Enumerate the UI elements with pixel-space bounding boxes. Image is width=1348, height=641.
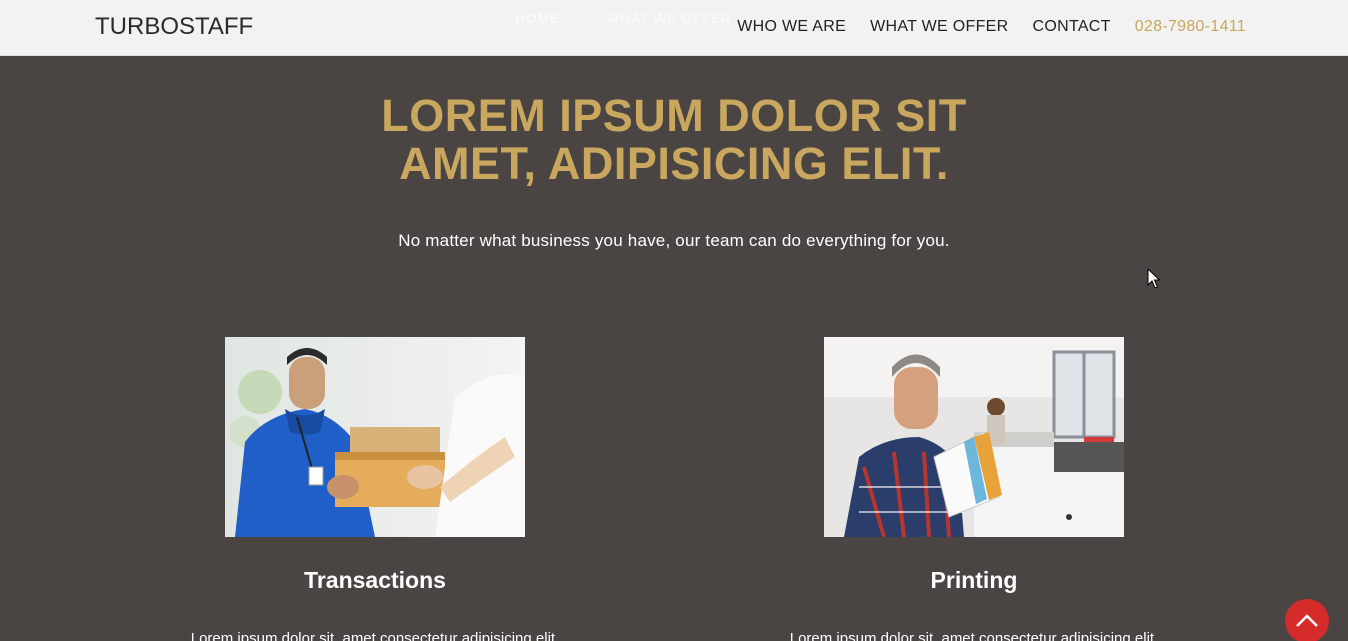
delivery-handoff-photo [225,337,525,537]
ghost-nav-home: HOME [515,10,559,26]
service-card-transactions: Transactions Lorem ipsum dolor sit, amet… [165,337,585,641]
card-description: Lorem ipsum dolor sit, amet consectetur … [190,630,560,641]
man-reading-print-photo [824,337,1124,537]
mouse-pointer-icon [1147,268,1161,289]
card-title: Transactions [304,567,446,593]
scroll-to-top-button[interactable] [1285,599,1329,641]
chevron-up-icon [1296,614,1318,627]
hero-title: LOREM IPSUM DOLOR SIT AMET, ADIPISICING … [0,92,1348,188]
nav-what-we-offer[interactable]: WHAT WE OFFER [870,18,1008,36]
site-logo[interactable]: TURBOSTAFF [95,13,253,41]
card-description: Lorem ipsum dolor sit, amet consectetur … [789,630,1159,641]
card-title: Printing [930,567,1018,593]
service-card-printing: Printing Lorem ipsum dolor sit, amet con… [764,337,1184,641]
nav-who-we-are[interactable]: WHO WE ARE [737,18,846,36]
hero-title-line2: AMET, ADIPISICING ELIT. [399,138,949,189]
top-navbar: TURBOSTAFF HOME WHAT WE OFFER WHO WE ARE… [0,0,1348,56]
main-nav: WHO WE ARE WHAT WE OFFER CONTACT 028-798… [737,18,1246,36]
hero-title-line1: LOREM IPSUM DOLOR SIT [381,90,967,141]
hero-subtitle: No matter what business you have, our te… [398,231,950,250]
ghost-nav-offer: WHAT WE OFFER [606,10,732,26]
nav-contact[interactable]: CONTACT [1032,18,1110,36]
nav-phone-number[interactable]: 028-7980-1411 [1135,18,1246,36]
